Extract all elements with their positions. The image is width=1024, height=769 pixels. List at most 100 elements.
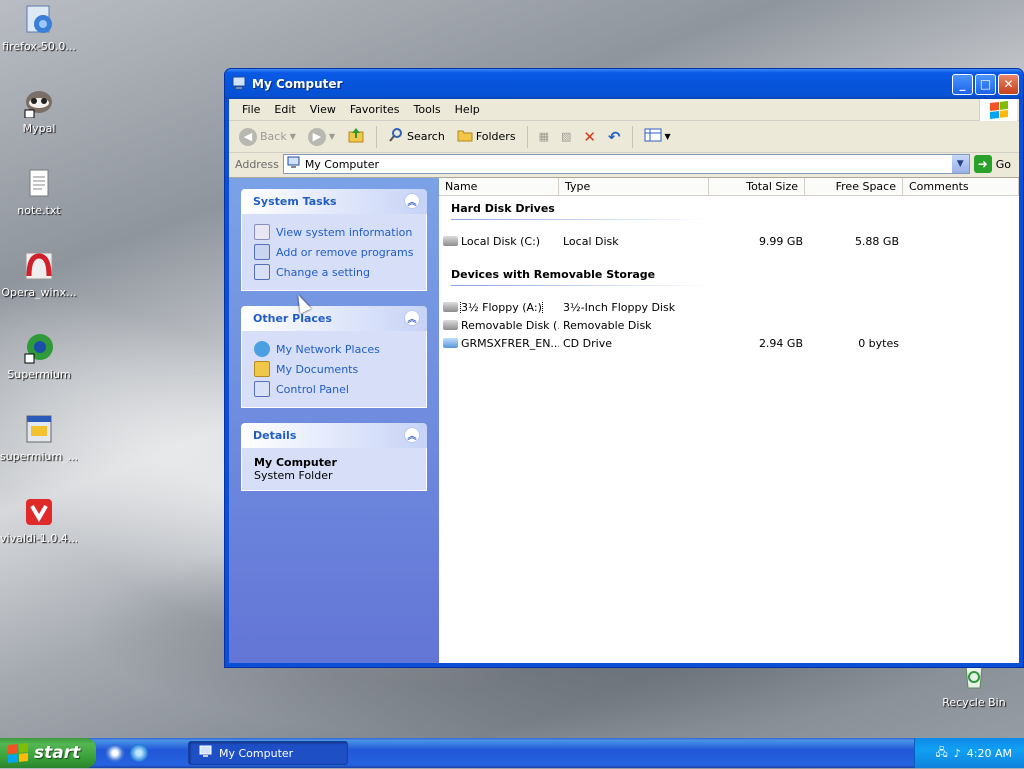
undo-button[interactable]: ↶ (604, 126, 625, 148)
forward-arrow-icon: ▶ (307, 127, 326, 146)
table-row[interactable]: 3½ Floppy (A:) 3½-Inch Floppy Disk (439, 298, 1019, 316)
column-type[interactable]: Type (559, 178, 709, 195)
go-button[interactable]: ➜ Go (970, 155, 1019, 173)
mypal-icon (23, 86, 55, 119)
collapse-chevron-icon[interactable]: ︽ (404, 310, 420, 326)
close-button[interactable]: ✕ (998, 73, 1019, 95)
desktop-icon-label: vivaldi-1.0.4... (0, 532, 78, 545)
other-places-panel: Other Places ︽ My Network Places My Docu… (241, 306, 427, 408)
table-row[interactable]: Removable Disk (... Removable Disk (439, 316, 1019, 334)
desktop-icon-mypal[interactable]: Mypal (0, 86, 78, 135)
menu-favorites[interactable]: Favorites (343, 103, 407, 116)
menu-tools[interactable]: Tools (407, 103, 448, 116)
task-pane: System Tasks ︽ View system information A… (229, 178, 439, 663)
delete-x-icon: ✕ (583, 127, 596, 146)
floppy-drive-icon (443, 302, 458, 312)
computer-icon (231, 75, 247, 94)
view-system-information-link[interactable]: View system information (254, 222, 414, 242)
copy-to-button[interactable]: ▧ (557, 128, 575, 145)
add-remove-programs-link[interactable]: Add or remove programs (254, 242, 414, 262)
control-panel-link[interactable]: Control Panel (254, 379, 414, 399)
back-button[interactable]: ◀ Back ▼ (235, 126, 300, 148)
address-field[interactable]: My Computer ▼ (282, 154, 970, 174)
menu-file[interactable]: File (235, 103, 267, 116)
desktop-icon-supermium-installer[interactable]: supermium_... (0, 414, 78, 463)
window-title: My Computer (252, 77, 343, 91)
text-file-icon (23, 168, 55, 200)
window-titlebar[interactable]: My Computer _ □ ✕ (225, 69, 1023, 99)
desktop-icon-firefox-installer[interactable]: firefox-50.0... (0, 4, 78, 53)
supermium-icon (23, 332, 55, 364)
desktop-icon-label: Recycle Bin (942, 696, 1006, 709)
move-to-button[interactable]: ▦ (535, 128, 553, 145)
desktop-icon-label: supermium_... (0, 450, 78, 463)
go-arrow-icon: ➜ (973, 155, 992, 173)
taskbar: start My Computer 🖧 ♪ 4:20 AM (0, 738, 1024, 768)
maximize-button[interactable]: □ (975, 73, 996, 95)
system-tasks-header[interactable]: System Tasks ︽ (241, 189, 427, 214)
minimize-button[interactable]: _ (952, 73, 973, 95)
desktop-icon-label: Mypal (22, 122, 56, 135)
menu-help[interactable]: Help (448, 103, 487, 116)
back-arrow-icon: ◀ (239, 127, 257, 146)
move-to-icon: ▦ (538, 130, 549, 143)
file-list: Name Type Total Size Free Space Comments… (439, 178, 1019, 663)
menu-edit[interactable]: Edit (267, 103, 302, 116)
column-comments[interactable]: Comments (903, 178, 1019, 195)
change-setting-link[interactable]: Change a setting (254, 262, 414, 282)
desktop-icon-note[interactable]: note.txt (0, 168, 78, 217)
network-tray-icon[interactable]: 🖧 (935, 744, 947, 763)
cd-drive-icon (443, 338, 458, 348)
collapse-chevron-icon[interactable]: ︽ (404, 427, 420, 443)
desktop-icon-supermium[interactable]: Supermium (0, 332, 78, 381)
system-tasks-panel: System Tasks ︽ View system information A… (241, 189, 427, 291)
forward-button[interactable]: ▶ ▼ (304, 126, 339, 148)
show-desktop-icon[interactable] (106, 744, 124, 762)
my-network-places-link[interactable]: My Network Places (254, 339, 414, 359)
column-free-space[interactable]: Free Space (805, 178, 903, 195)
delete-button[interactable]: ✕ (579, 126, 600, 148)
windows-logo-icon (979, 99, 1017, 121)
column-total-size[interactable]: Total Size (709, 178, 805, 195)
folders-button[interactable]: Folders (453, 125, 520, 148)
group-header-removable: Devices with Removable Storage (451, 268, 656, 281)
desktop-icon-label: firefox-50.0... (2, 40, 76, 53)
menu-bar: File Edit View Favorites Tools Help (229, 99, 1019, 121)
table-row[interactable]: GRMSXFRER_EN... CD Drive 2.94 GB 0 bytes (439, 334, 1019, 352)
desktop-icon-opera-installer[interactable]: Opera_winx... (0, 250, 78, 299)
taskbar-item-my-computer[interactable]: My Computer (188, 741, 348, 765)
desktop-icon-label: Supermium (7, 368, 71, 381)
system-info-icon (254, 224, 270, 240)
volume-tray-icon[interactable]: ♪ (954, 747, 961, 760)
menu-view[interactable]: View (303, 103, 343, 116)
collapse-chevron-icon[interactable]: ︽ (404, 193, 420, 209)
start-button[interactable]: start (0, 738, 96, 768)
table-row[interactable]: Local Disk (C:) Local Disk 9.99 GB 5.88 … (439, 232, 1019, 250)
internet-explorer-icon[interactable] (130, 744, 148, 762)
search-button[interactable]: Search (384, 125, 449, 148)
up-folder-icon (347, 126, 365, 147)
desktop-icon-vivaldi[interactable]: vivaldi-1.0.4... (0, 496, 78, 545)
address-dropdown-button[interactable]: ▼ (951, 155, 969, 173)
chevron-down-icon: ▼ (664, 132, 671, 141)
up-folder-button[interactable] (343, 124, 369, 149)
folder-icon (457, 127, 473, 146)
group-header-hard-disks: Hard Disk Drives (451, 202, 555, 215)
details-header[interactable]: Details ︽ (241, 423, 427, 448)
copy-to-icon: ▧ (560, 130, 572, 143)
details-name: My Computer (254, 456, 337, 469)
clock[interactable]: 4:20 AM (967, 747, 1012, 760)
other-places-header[interactable]: Other Places ︽ (241, 306, 427, 331)
removable-disk-icon (443, 320, 458, 330)
my-documents-link[interactable]: My Documents (254, 359, 414, 379)
installer-icon (23, 4, 55, 36)
details-type: System Folder (254, 469, 333, 482)
column-name[interactable]: Name (439, 178, 559, 195)
views-icon (644, 127, 662, 146)
vivaldi-icon (23, 496, 55, 528)
opera-installer-icon (23, 250, 55, 282)
system-tray: 🖧 ♪ 4:20 AM (914, 738, 1024, 768)
toolbar: ◀ Back ▼ ▶ ▼ Search Folders ▦ ▧ ✕ ↶ ▼ (229, 121, 1019, 153)
views-button[interactable]: ▼ (640, 125, 675, 148)
address-bar: Address My Computer ▼ ➜ Go (229, 153, 1019, 175)
